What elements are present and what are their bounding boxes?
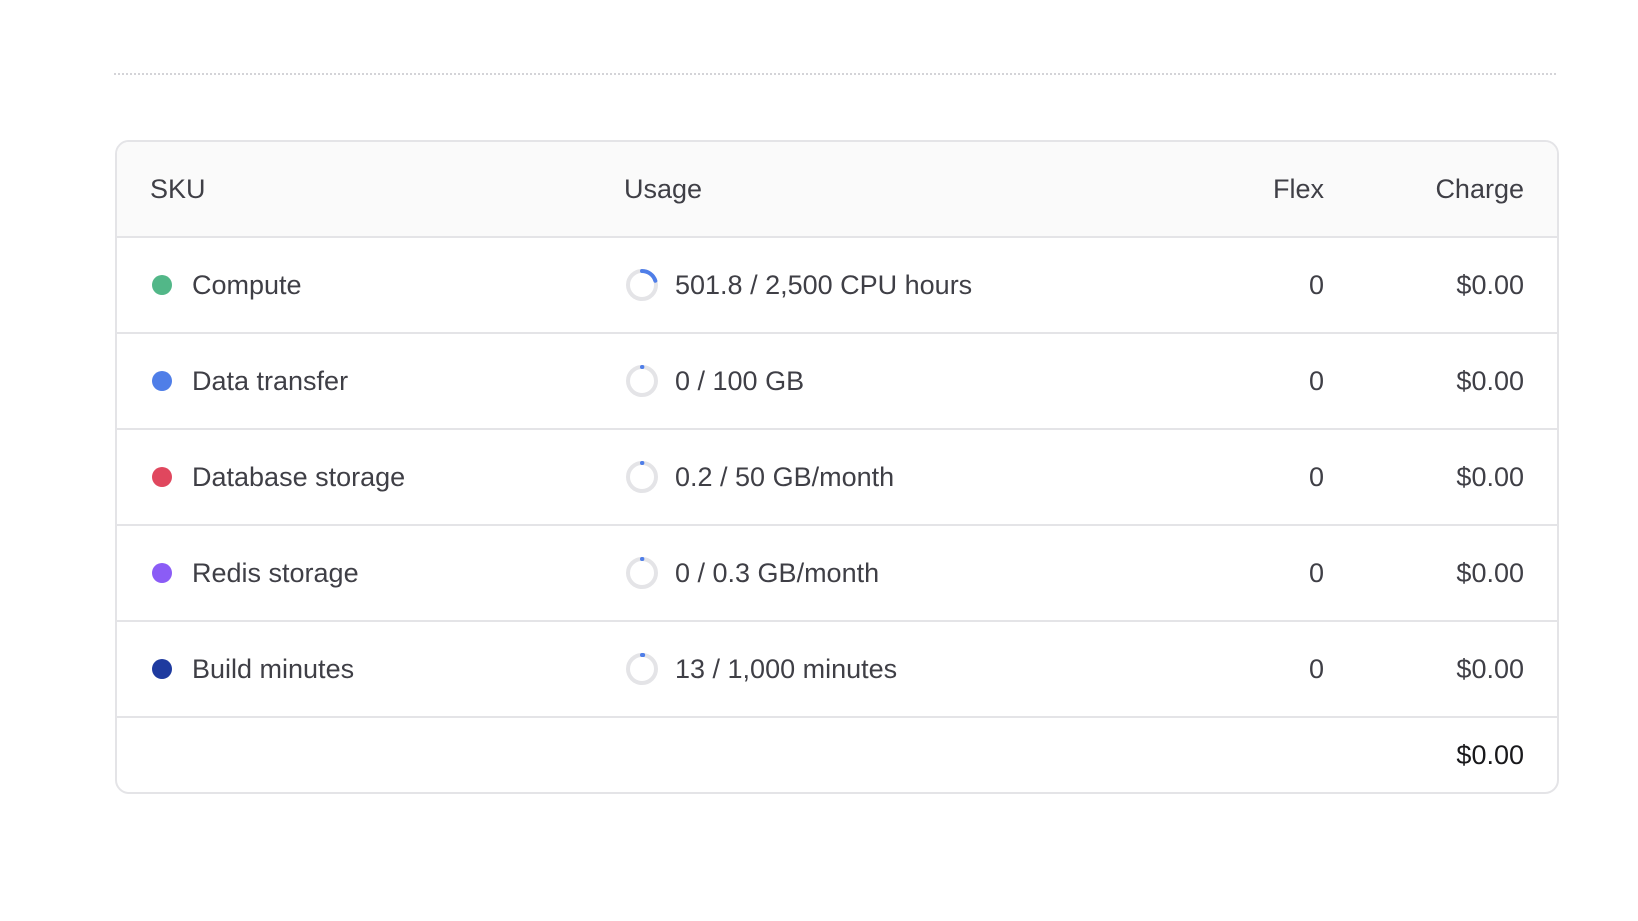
status-dot-icon: [152, 467, 172, 487]
usage-value: 13 / 1,000 minutes: [675, 653, 898, 684]
table-row: Data transfer 0 / 100 GB 0 $0.00: [117, 334, 1557, 430]
usage-table: SKU Usage Flex Charge Compute 501.8 / 2,…: [115, 140, 1559, 794]
usage-value: 0 / 0.3 GB/month: [675, 557, 880, 588]
status-dot-icon: [152, 371, 172, 391]
table-row: Redis storage 0 / 0.3 GB/month 0 $0.00: [117, 526, 1557, 622]
sku-label: Data transfer: [192, 365, 349, 396]
progress-ring-icon: [626, 365, 658, 397]
flex-value: 0: [1308, 365, 1324, 396]
section-divider: [114, 73, 1556, 75]
status-dot-icon: [152, 659, 172, 679]
flex-value: 0: [1308, 269, 1324, 300]
charge-value: $0.00: [1456, 557, 1524, 588]
table-row: Compute 501.8 / 2,500 CPU hours 0 $0.00: [117, 238, 1557, 334]
sku-label: Database storage: [192, 461, 406, 492]
sku-label: Redis storage: [192, 557, 359, 588]
header-sku: SKU: [150, 173, 206, 204]
status-dot-icon: [152, 275, 172, 295]
charge-value: $0.00: [1456, 365, 1524, 396]
header-charge: Charge: [1435, 173, 1524, 204]
usage-value: 501.8 / 2,500 CPU hours: [675, 269, 973, 300]
table-footer: $0.00: [117, 718, 1557, 792]
charge-value: $0.00: [1456, 269, 1524, 300]
flex-value: 0: [1308, 557, 1324, 588]
progress-ring-icon: [626, 653, 658, 685]
progress-ring-icon: [626, 269, 658, 301]
sku-label: Compute: [192, 269, 302, 300]
charge-value: $0.00: [1456, 461, 1524, 492]
flex-value: 0: [1308, 653, 1324, 684]
total-charge: $0.00: [1456, 739, 1524, 770]
status-dot-icon: [152, 563, 172, 583]
table-row: Database storage 0.2 / 50 GB/month 0 $0.…: [117, 430, 1557, 526]
sku-label: Build minutes: [192, 653, 355, 684]
progress-ring-icon: [626, 557, 658, 589]
header-usage: Usage: [624, 173, 703, 204]
header-flex: Flex: [1272, 173, 1324, 204]
usage-value: 0.2 / 50 GB/month: [675, 461, 895, 492]
charge-value: $0.00: [1456, 653, 1524, 684]
usage-value: 0 / 100 GB: [675, 365, 805, 396]
table-row: Build minutes 13 / 1,000 minutes 0 $0.00: [117, 622, 1557, 718]
flex-value: 0: [1308, 461, 1324, 492]
table-header: SKU Usage Flex Charge: [117, 142, 1557, 238]
progress-ring-icon: [626, 461, 658, 493]
